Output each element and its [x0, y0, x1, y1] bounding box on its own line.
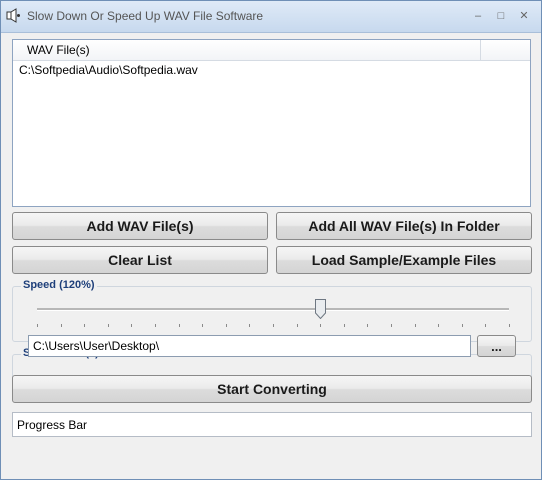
minimize-button[interactable]: –: [469, 8, 487, 24]
slider-tick: [462, 324, 463, 327]
slider-tick: [131, 324, 132, 327]
title-bar[interactable]: Slow Down Or Speed Up WAV File Software …: [1, 1, 541, 33]
speed-slider-track[interactable]: [37, 308, 509, 311]
slider-tick: [273, 324, 274, 327]
progress-bar: Progress Bar: [12, 412, 532, 437]
load-samples-button[interactable]: Load Sample/Example Files: [276, 246, 532, 274]
list-item[interactable]: C:\Softpedia\Audio\Softpedia.wav: [19, 63, 198, 77]
slider-tick: [61, 324, 62, 327]
speed-group: Speed (120%): [12, 279, 532, 342]
speed-slider-thumb[interactable]: [315, 299, 327, 319]
clear-list-button[interactable]: Clear List: [12, 246, 268, 274]
slider-tick: [37, 324, 38, 327]
slider-tick: [367, 324, 368, 327]
slider-tick: [84, 324, 85, 327]
slider-tick: [297, 324, 298, 327]
slider-tick: [202, 324, 203, 327]
slider-tick: [155, 324, 156, 327]
column-header-wav-files[interactable]: WAV File(s): [13, 40, 481, 60]
app-window: Slow Down Or Speed Up WAV File Software …: [0, 0, 542, 480]
slider-tick: [108, 324, 109, 327]
maximize-button[interactable]: □: [492, 8, 510, 24]
slider-tick: [226, 324, 227, 327]
slider-tick: [320, 324, 321, 327]
close-button[interactable]: ✕: [515, 8, 533, 24]
column-header-label: WAV File(s): [27, 43, 90, 57]
speed-label: Speed (120%): [21, 279, 97, 291]
slider-tick: [415, 324, 416, 327]
speaker-app-icon[interactable]: [6, 8, 21, 23]
add-wav-files-button[interactable]: Add WAV File(s): [12, 212, 268, 240]
slider-tick: [391, 324, 392, 327]
add-folder-button[interactable]: Add All WAV File(s) In Folder: [276, 212, 532, 240]
browse-button[interactable]: ...: [477, 335, 516, 357]
list-header: WAV File(s): [13, 40, 530, 61]
slider-tick: [249, 324, 250, 327]
slider-tick: [438, 324, 439, 327]
slider-tick: [485, 324, 486, 327]
slider-tick: [509, 324, 510, 327]
slider-tick: [344, 324, 345, 327]
wav-file-list[interactable]: WAV File(s) C:\Softpedia\Audio\Softpedia…: [12, 39, 531, 207]
slider-tick: [179, 324, 180, 327]
start-converting-button[interactable]: Start Converting: [12, 375, 532, 403]
window-title: Slow Down Or Speed Up WAV File Software: [27, 9, 264, 23]
output-folder-field[interactable]: C:\Users\User\Desktop\: [28, 335, 471, 357]
